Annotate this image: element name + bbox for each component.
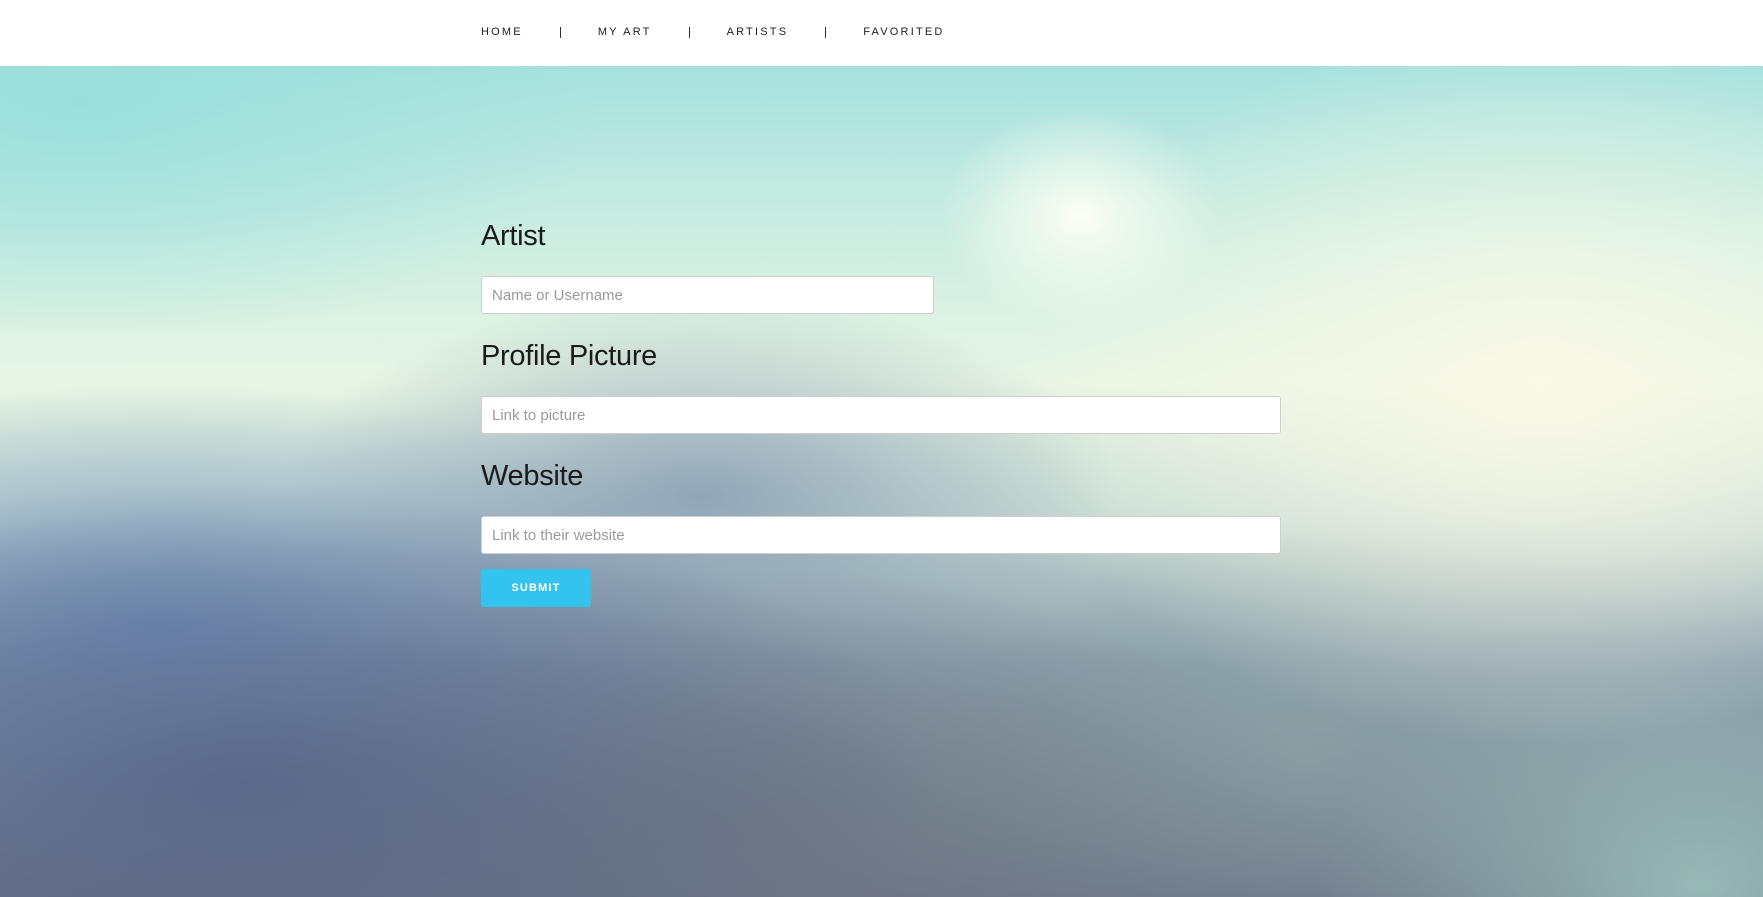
add-artist-form: Artist Profile Picture Website SUBMIT	[481, 214, 1281, 607]
profile-picture-title: Profile Picture	[481, 340, 658, 372]
nav-favorited-link[interactable]: FAVORITED	[863, 26, 944, 38]
website-input[interactable]	[481, 516, 1281, 554]
submit-button[interactable]: SUBMIT	[481, 569, 591, 607]
website-title: Website	[481, 460, 584, 492]
artist-name-input[interactable]	[481, 276, 934, 314]
nav-artists-link[interactable]: ARTISTS	[727, 26, 789, 38]
profile-picture-input[interactable]	[481, 396, 1281, 434]
nav-separator	[825, 26, 827, 38]
main-nav: HOME MY ART ARTISTS FAVORITED	[481, 24, 945, 40]
page: HOME MY ART ARTISTS FAVORITED Artist Pro…	[0, 0, 1763, 897]
nav-home-link[interactable]: HOME	[481, 26, 523, 38]
artist-title: Artist	[481, 220, 546, 252]
nav-separator	[688, 26, 690, 38]
nav-my-art-link[interactable]: MY ART	[598, 26, 652, 38]
nav-separator	[559, 26, 561, 38]
top-navigation-bar: HOME MY ART ARTISTS FAVORITED	[0, 0, 1763, 66]
